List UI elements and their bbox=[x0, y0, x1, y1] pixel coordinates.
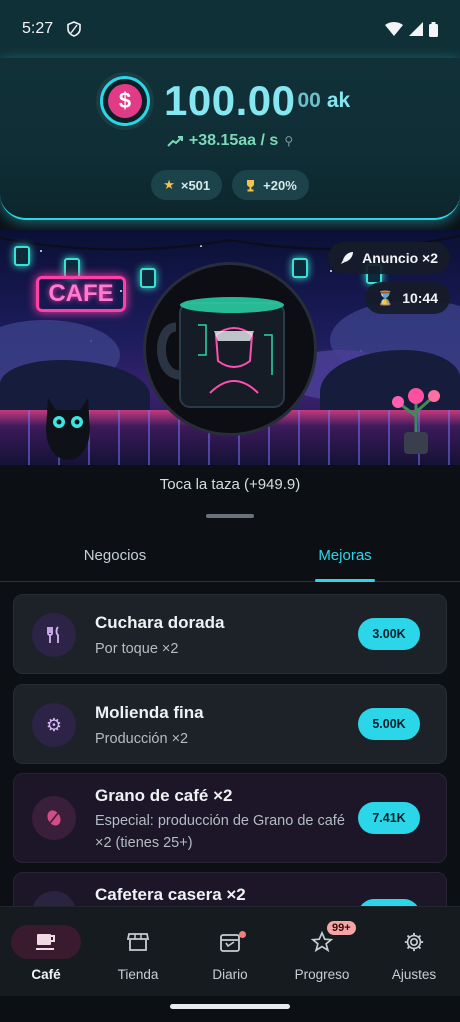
buy-button[interactable]: 7.41K bbox=[358, 802, 420, 834]
cat-icon bbox=[40, 388, 96, 460]
star-outline-icon bbox=[311, 931, 333, 953]
ad-boost-button[interactable]: Anuncio ×2 bbox=[328, 242, 450, 274]
nav-cafe[interactable]: Café bbox=[0, 907, 92, 996]
stars-chip-label: ×501 bbox=[181, 178, 210, 193]
bottom-navigation: Café Tienda Diario 99+ Progreso Ajustes bbox=[0, 906, 460, 996]
star-icon: ★ bbox=[163, 177, 175, 193]
nav-diario[interactable]: Diario bbox=[184, 907, 276, 996]
tab-negocios[interactable]: Negocios bbox=[0, 530, 230, 581]
timer-label: 10:44 bbox=[402, 290, 438, 306]
nav-progreso-label: Progreso bbox=[295, 967, 350, 982]
settings-icon bbox=[403, 931, 425, 953]
nav-cafe-label: Café bbox=[31, 967, 60, 982]
upgrade-title: Molienda fina bbox=[95, 703, 204, 723]
trending-up-icon bbox=[167, 135, 183, 147]
balance-header: $ 100.00 00 ak +38.15aa / s ⚲ ★ ×501 +20… bbox=[0, 58, 460, 220]
bonus-chip[interactable]: +20% bbox=[232, 170, 309, 200]
tap-hint: Toca la taza (+949.9) bbox=[0, 476, 460, 493]
upgrade-subtitle: Especial: producción de Grano de café ×2… bbox=[95, 810, 351, 854]
nav-ajustes[interactable]: Ajustes bbox=[368, 907, 460, 996]
upgrade-subtitle: Producción ×2 bbox=[95, 728, 351, 750]
balance-decimals: 00 bbox=[297, 89, 320, 113]
status-bar: 5:27 bbox=[0, 0, 460, 58]
balance-unit: ak bbox=[327, 89, 350, 113]
mug-icon bbox=[146, 265, 314, 433]
notification-dot bbox=[239, 931, 246, 938]
signal-icon bbox=[409, 22, 423, 36]
neon-cafe-sign: CAFE bbox=[36, 276, 126, 312]
nav-diario-label: Diario bbox=[212, 967, 247, 982]
rate-label: +38.15aa / s bbox=[189, 132, 278, 150]
trophy-icon bbox=[244, 179, 257, 192]
home-indicator[interactable] bbox=[170, 1004, 290, 1009]
progress-badge: 99+ bbox=[327, 921, 356, 935]
stars-chip[interactable]: ★ ×501 bbox=[151, 170, 222, 200]
utensils-icon bbox=[32, 613, 76, 657]
upgrade-title: Grano de café ×2 bbox=[95, 786, 232, 806]
cafe-scene: CAFE Anuncio ×2 ⌛ 10:44 bbox=[0, 230, 460, 465]
gear-icon: ⚙ bbox=[32, 703, 76, 747]
upgrade-title: Cafetera casera ×2 bbox=[95, 885, 246, 905]
ad-boost-label: Anuncio ×2 bbox=[362, 250, 438, 266]
upgrade-title: Cuchara dorada bbox=[95, 613, 224, 633]
upgrade-subtitle: Por toque ×2 bbox=[95, 638, 351, 660]
store-icon bbox=[127, 932, 149, 952]
balance-value: 100.00 bbox=[164, 77, 295, 125]
timer-badge: ⌛ 10:44 bbox=[365, 282, 450, 314]
status-time: 5:27 bbox=[22, 20, 53, 38]
search-icon: ⚲ bbox=[284, 134, 293, 148]
battery-icon bbox=[429, 22, 438, 37]
buy-button[interactable]: 3.00K bbox=[358, 618, 420, 650]
upgrade-card[interactable]: Grano de café ×2 Especial: producción de… bbox=[13, 773, 447, 863]
upgrade-card[interactable]: Cuchara dorada Por toque ×2 3.00K bbox=[13, 594, 447, 674]
coin-icon: $ bbox=[100, 76, 150, 126]
nav-progreso[interactable]: 99+ Progreso bbox=[276, 907, 368, 996]
shield-icon bbox=[67, 21, 81, 37]
nav-tienda-label: Tienda bbox=[118, 967, 159, 982]
nav-ajustes-label: Ajustes bbox=[392, 967, 436, 982]
calendar-icon bbox=[219, 932, 241, 952]
rocket-icon bbox=[340, 251, 354, 265]
drag-handle[interactable] bbox=[206, 514, 254, 518]
coffee-cup-icon bbox=[35, 932, 57, 952]
flower-plant-icon bbox=[386, 376, 446, 456]
coffee-mug-button[interactable] bbox=[143, 262, 317, 436]
wifi-icon bbox=[385, 22, 403, 36]
hourglass-icon: ⌛ bbox=[377, 290, 394, 307]
nav-tienda[interactable]: Tienda bbox=[92, 907, 184, 996]
upgrade-card[interactable]: ⚙ Molienda fina Producción ×2 5.00K bbox=[13, 684, 447, 764]
production-rate[interactable]: +38.15aa / s ⚲ bbox=[0, 132, 460, 150]
coffee-bean-icon bbox=[32, 796, 76, 840]
tab-mejoras[interactable]: Mejoras bbox=[230, 530, 460, 581]
tab-bar: Negocios Mejoras bbox=[0, 530, 460, 582]
buy-button[interactable]: 5.00K bbox=[358, 708, 420, 740]
bonus-chip-label: +20% bbox=[263, 178, 297, 193]
